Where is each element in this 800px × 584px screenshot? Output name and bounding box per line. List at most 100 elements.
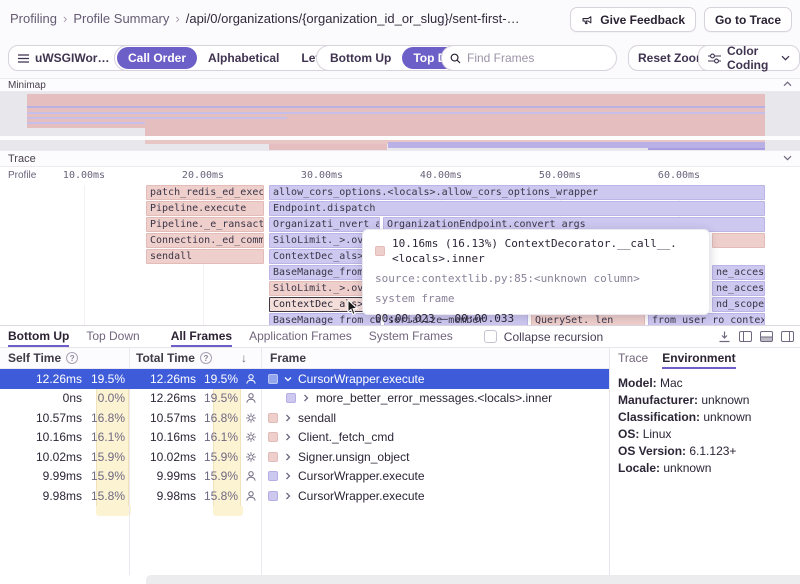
detail-label: Classification: xyxy=(618,410,700,424)
dock-right-layout-icon[interactable] xyxy=(781,331,794,342)
tab-environment[interactable]: Environment xyxy=(662,348,735,369)
flame-frame[interactable]: nd_scopes xyxy=(712,297,765,312)
total-time-percent: 19.5% xyxy=(213,369,241,389)
flame-frame[interactable] xyxy=(712,233,765,248)
chevron-right-icon[interactable] xyxy=(284,433,292,441)
search-icon xyxy=(450,53,461,64)
flamegraph-minimap[interactable] xyxy=(0,92,800,150)
flame-frame[interactable]: Pipeline._e_ransaction xyxy=(146,217,264,232)
ruler-tick: 40.00ms xyxy=(420,170,462,181)
self-time-percent: 15.8% xyxy=(96,486,129,506)
self-time-header[interactable]: Self Time ? xyxy=(8,351,78,365)
chevron-down-icon[interactable] xyxy=(783,155,792,161)
reset-zoom-label: Reset Zoom xyxy=(638,51,707,65)
go-to-trace-button[interactable]: Go to Trace xyxy=(704,7,792,32)
frame-header[interactable]: Frame xyxy=(270,351,306,365)
flamegraph-toolbar: uWSGIWor… Call Order Alphabetical Left H… xyxy=(0,38,800,78)
flame-frame[interactable]: sendall xyxy=(146,249,264,264)
direction-bottom-up[interactable]: Bottom Up xyxy=(319,47,402,69)
flame-frame[interactable]: Pipeline.execute xyxy=(146,201,264,216)
detail-row: Locale: unknown xyxy=(618,460,796,477)
total-time-value: 9.98ms xyxy=(130,486,196,506)
table-row[interactable]: 10.02ms 15.9% 10.02ms 15.9% Signer.unsig… xyxy=(0,447,609,467)
download-icon[interactable] xyxy=(718,330,731,343)
table-row[interactable]: 10.57ms 16.8% 10.57ms 16.8% sendall xyxy=(0,408,609,428)
self-time-value: 12.26ms xyxy=(0,369,82,389)
flame-frame[interactable]: Endpoint.dispatch xyxy=(269,201,765,216)
info-icon: ? xyxy=(66,352,78,364)
frame-name: CursorWrapper.execute xyxy=(298,469,425,483)
ruler-tick: 60.00ms xyxy=(658,170,700,181)
tab-application-frames[interactable]: Application Frames xyxy=(249,326,352,347)
minimap-band xyxy=(27,106,765,108)
give-feedback-label: Give Feedback xyxy=(600,13,685,27)
chevron-up-icon[interactable] xyxy=(783,81,792,87)
horizontal-scrollbar[interactable] xyxy=(146,575,800,584)
table-row[interactable]: 9.98ms 15.8% 9.98ms 15.8% CursorWrapper.… xyxy=(0,486,609,506)
find-frames-search: ? xyxy=(441,45,617,71)
tab-trace[interactable]: Trace xyxy=(618,348,648,369)
sliders-icon xyxy=(708,53,721,64)
give-feedback-button[interactable]: Give Feedback xyxy=(570,7,696,32)
minimap-band xyxy=(27,122,145,124)
breadcrumb-profile-summary[interactable]: Profile Summary xyxy=(73,11,169,26)
info-icon: ? xyxy=(200,352,212,364)
self-time-percent: 15.9% xyxy=(96,467,129,487)
gear-icon xyxy=(243,447,259,467)
total-time-value: 10.02ms xyxy=(130,447,196,467)
total-time-percent: 15.9% xyxy=(213,447,241,467)
tab-bottom-up[interactable]: Bottom Up xyxy=(8,326,69,347)
minimap-label: Minimap xyxy=(8,80,46,91)
breadcrumb-profiling[interactable]: Profiling xyxy=(10,11,57,26)
table-row[interactable]: 10.16ms 16.1% 10.16ms 16.1% Client._fetc… xyxy=(0,428,609,448)
dock-left-layout-icon[interactable] xyxy=(739,331,752,342)
flame-frame[interactable]: ne_access xyxy=(712,265,765,280)
table-row[interactable]: 12.26ms 19.5% 12.26ms 19.5% CursorWrappe… xyxy=(0,369,609,389)
trace-label: Trace xyxy=(8,153,36,165)
table-row[interactable]: 0ns 0.0% 12.26ms 19.5% more_better_error… xyxy=(0,389,609,409)
tab-system-frames[interactable]: System Frames xyxy=(369,326,453,347)
hamburger-icon xyxy=(18,54,29,63)
breadcrumb: Profiling›Profile Summary›/api/0/organiz… xyxy=(10,11,520,26)
tab-top-down[interactable]: Top Down xyxy=(86,326,139,347)
detail-value: Mac xyxy=(660,376,683,390)
sorting-call-order[interactable]: Call Order xyxy=(117,47,197,69)
collapse-recursion-label: Collapse recursion xyxy=(504,330,603,344)
collapse-recursion-checkbox[interactable] xyxy=(484,330,497,343)
minimap-band xyxy=(145,128,765,136)
environment-details: Model: Mac Manufacturer: unknown Classif… xyxy=(618,375,796,477)
self-time-value: 0ns xyxy=(0,389,82,409)
frame-color-square xyxy=(268,374,278,384)
gear-icon xyxy=(243,428,259,448)
flame-frame[interactable]: BaseManage_from_cache xyxy=(269,313,381,325)
chevron-right-icon[interactable] xyxy=(284,453,292,461)
user-frame-icon xyxy=(243,467,259,487)
frame-name: CursorWrapper.execute xyxy=(298,372,425,386)
table-row[interactable]: 9.99ms 15.9% 9.99ms 15.9% CursorWrapper.… xyxy=(0,467,609,487)
detail-panel-tabs: Trace Environment xyxy=(610,348,800,369)
sorting-alphabetical[interactable]: Alphabetical xyxy=(197,47,290,69)
thread-selector-label: uWSGIWor… xyxy=(35,51,109,65)
frames-table: Self Time ? Total Time ? ↓ Frame 12.26ms… xyxy=(0,348,609,584)
flame-frame[interactable]: ne_access xyxy=(712,281,765,296)
tooltip-title: 10.16ms (16.13%) ContextDecorator.__call… xyxy=(392,236,697,266)
dock-bottom-layout-icon[interactable] xyxy=(760,331,773,342)
total-time-header[interactable]: Total Time ? xyxy=(136,351,212,365)
chevron-right-icon[interactable] xyxy=(284,492,292,500)
frame-label: Frame xyxy=(270,351,306,365)
flame-frame[interactable]: allow_cors_options.<locals>.allow_cors_o… xyxy=(269,185,765,200)
chevron-right-icon[interactable] xyxy=(302,394,310,402)
tab-all-frames[interactable]: All Frames xyxy=(171,326,232,347)
flame-frame[interactable]: patch_redis_ed_execute xyxy=(146,185,264,200)
color-coding-button[interactable]: Color Coding xyxy=(698,45,800,71)
mouse-cursor xyxy=(347,299,359,316)
frame-color-square xyxy=(268,413,278,423)
chevron-down-icon[interactable] xyxy=(284,375,292,383)
search-input[interactable] xyxy=(467,51,622,65)
flame-frame[interactable]: Connection._ed_command xyxy=(146,233,264,248)
chevron-right-icon[interactable] xyxy=(284,472,292,480)
chevron-right-icon[interactable] xyxy=(284,414,292,422)
sort-desc-icon[interactable]: ↓ xyxy=(241,351,247,365)
user-frame-icon xyxy=(243,389,259,409)
bottom-tab-bar: Bottom Up Top Down All Frames Applicatio… xyxy=(0,326,800,348)
